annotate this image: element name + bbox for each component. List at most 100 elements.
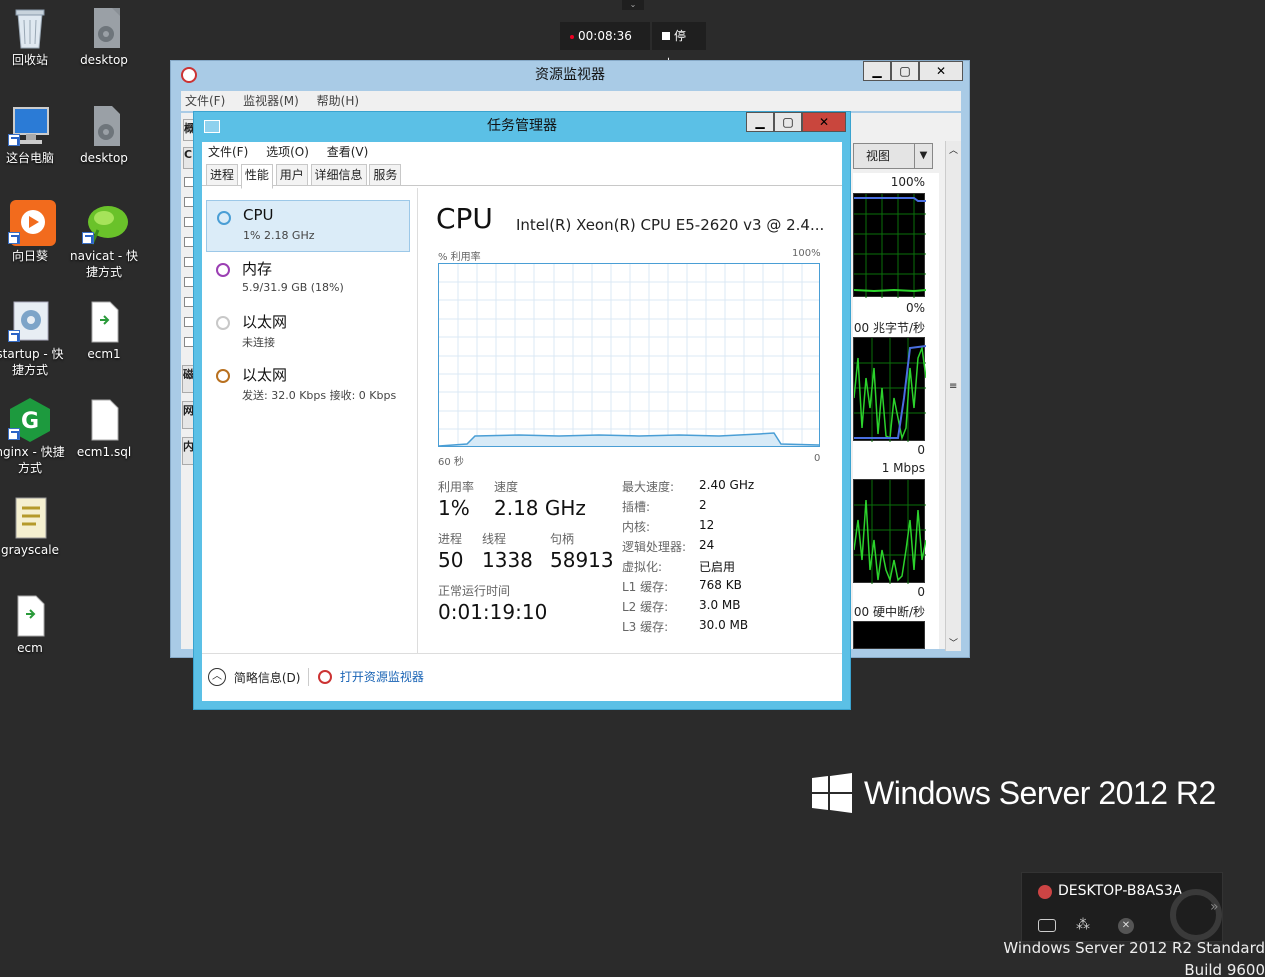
graph-memory [853, 621, 925, 649]
handles-value: 58913 [550, 548, 614, 572]
desktop-icon-label: ecm1.sql [76, 445, 132, 459]
max-speed-value: 2.40 GHz [699, 478, 755, 492]
cpu-ring-icon [217, 211, 231, 225]
graph-y-max: 100% [792, 248, 821, 259]
graph-memory-max: 00 硬中断/秒 [853, 605, 925, 619]
sunflower-app-icon [8, 200, 56, 246]
tab-processes[interactable]: 进程 [206, 164, 239, 186]
chevron-right-icon[interactable]: » [1210, 899, 1219, 915]
chevron-down-icon: ▼ [914, 144, 932, 168]
sidebar-item-detail: 1% 2.18 GHz [243, 229, 315, 242]
task-manager-tabs: 进程 性能 用户 详细信息 服务 [202, 162, 842, 189]
sidebar-item-detail: 未连接 [242, 336, 275, 349]
desktop-icon-ecm[interactable]: ecm [0, 592, 66, 656]
menu-file[interactable]: 文件(F) [185, 94, 225, 108]
maximize-button[interactable]: ▢ [891, 61, 919, 81]
tab-details[interactable]: 详细信息 [310, 164, 367, 186]
desktop-icon-this-pc[interactable]: 这台电脑 [0, 102, 66, 166]
remote-session-popup[interactable]: DESKTOP-B8AS3A... ⁂ ✕ » [1021, 872, 1223, 942]
windows-logo-icon [812, 773, 852, 813]
threads-value: 1338 [482, 548, 533, 572]
recording-expand-tab[interactable]: ⌄ [622, 0, 644, 10]
task-manager-window[interactable]: 任务管理器 ▁ ▢ ✕ 文件(F) 选项(O) 查看(V) 进程 性能 用户 详… [193, 111, 851, 710]
tab-services[interactable]: 服务 [369, 164, 402, 186]
view-dropdown[interactable]: 视图 ▼ [853, 143, 933, 169]
close-button[interactable]: ✕ [919, 61, 963, 81]
l1-cache-label: L1 缓存: [622, 580, 669, 594]
processes-value: 50 [438, 548, 464, 572]
open-resource-monitor-label: 打开资源监视器 [339, 670, 424, 684]
desktop-icon-label: 向日葵 [11, 249, 48, 263]
scroll-down-icon[interactable]: ﹀ [949, 636, 958, 649]
desktop-icon-ecm1[interactable]: ecm1 [68, 298, 140, 362]
scrollbar[interactable]: ︿ ≡ ﹀ [945, 141, 961, 651]
desktop-icon-startup[interactable]: startup - 快捷方式 [0, 298, 66, 378]
desktop-icon-grayscale[interactable]: grayscale [0, 494, 66, 558]
sidebar-item-ethernet-1[interactable]: 以太网 未连接 [206, 306, 410, 358]
minimize-button[interactable]: ▁ [746, 112, 774, 132]
menu-options[interactable]: 选项(O) [266, 145, 309, 159]
desktop-icon-label: desktop [80, 53, 128, 67]
menu-monitor[interactable]: 监视器(M) [243, 94, 299, 108]
desktop-icon-desktop-2[interactable]: desktop [68, 102, 140, 166]
menu-file[interactable]: 文件(F) [208, 145, 248, 159]
graph-disk [853, 337, 927, 442]
desktop-icon-nginx[interactable]: G nginx - 快捷方式 [0, 396, 66, 476]
desktop-icon-navicat[interactable]: navicat - 快捷方式 [68, 200, 140, 280]
windows-branding: Windows Server 2012 R2 [812, 773, 1216, 815]
cpu-utilization-graph [438, 263, 820, 447]
threads-label: 线程 [482, 532, 507, 546]
sidebar-item-memory[interactable]: 内存 5.9/31.9 GB (18%) [206, 253, 410, 305]
cpu-heading: CPU [436, 202, 493, 235]
uptime-value: 0:01:19:10 [438, 600, 548, 624]
desktop-icon-ecm1-sql[interactable]: ecm1.sql [68, 396, 140, 460]
virtualization-label: 虚拟化: [622, 560, 663, 574]
sidebar-item-cpu[interactable]: CPU 1% 2.18 GHz [206, 200, 410, 252]
logical-processors-label: 逻辑处理器: [622, 540, 687, 554]
l1-cache-value: 768 KB [699, 578, 742, 592]
menu-help[interactable]: 帮助(H) [317, 94, 359, 108]
desktop-icon-sunflower[interactable]: 向日葵 [0, 200, 66, 264]
desktop-icon-recycle-bin[interactable]: 回收站 [0, 4, 66, 68]
menu-view[interactable]: 查看(V) [327, 145, 369, 159]
desktop-icon-label: navicat - 快捷方式 [69, 249, 138, 279]
tab-performance[interactable]: 性能 [240, 164, 273, 189]
task-manager-footer: ︿ 简略信息(D) 打开资源监视器 [202, 653, 842, 701]
sidebar-item-detail: 发送: 32.0 Kbps 接收: 0 Kbps [242, 389, 397, 402]
resource-monitor-menubar: 文件(F) 监视器(M) 帮助(H) [181, 91, 961, 111]
ethernet-ring-icon [216, 316, 230, 330]
minimize-button[interactable]: ▁ [863, 61, 891, 81]
uptime-label: 正常运行时间 [438, 584, 511, 598]
stop-icon [662, 32, 670, 40]
graph-network-max: 1 Mbps [881, 461, 925, 475]
desktop-icon-label: ecm [17, 641, 43, 655]
scroll-up-icon[interactable]: ︿ [949, 143, 958, 156]
maximize-button[interactable]: ▢ [774, 112, 802, 132]
handles-label: 句柄 [550, 532, 575, 546]
apps-icon[interactable]: ⁂ [1076, 917, 1090, 933]
settings-shortcut-icon [8, 298, 52, 342]
scroll-grip-icon[interactable]: ≡ [949, 381, 957, 392]
fewer-details-button[interactable]: ︿ 简略信息(D) [208, 668, 300, 686]
close-button[interactable]: ✕ [802, 112, 846, 132]
max-speed-label: 最大速度: [622, 480, 675, 494]
user-avatar-icon [1038, 885, 1052, 899]
windows-watermark: Windows Server 2012 R2 Standard Build 96… [1003, 937, 1265, 977]
desktop-icon-desktop-1[interactable]: desktop [68, 4, 140, 68]
resource-monitor-title: 资源监视器 [535, 67, 605, 83]
close-icon[interactable]: ✕ [1118, 918, 1134, 934]
cpu-detail-panel: CPU Intel(R) Xeon(R) CPU E5-2620 v3 @ 2.… [420, 188, 842, 653]
graph-x-zero: 0 [814, 453, 821, 464]
stop-recording-button[interactable]: 停止 [652, 22, 706, 71]
watermark-edition: Windows Server 2012 R2 Standard [1003, 939, 1265, 957]
sidebar-item-ethernet-2[interactable]: 以太网 发送: 32.0 Kbps 接收: 0 Kbps [206, 359, 410, 411]
logical-processors-value: 24 [699, 538, 715, 552]
tab-users[interactable]: 用户 [275, 164, 308, 186]
chat-icon[interactable] [1038, 919, 1056, 932]
graph-disk-max: 00 兆字节/秒 [853, 321, 925, 335]
open-resource-monitor-link[interactable]: 打开资源监视器 [318, 668, 424, 685]
view-label: 视图 [866, 149, 891, 163]
recording-dot-icon [570, 34, 574, 39]
sockets-label: 插槽: [622, 500, 651, 514]
desktop-icon-label: ecm1 [87, 347, 121, 361]
